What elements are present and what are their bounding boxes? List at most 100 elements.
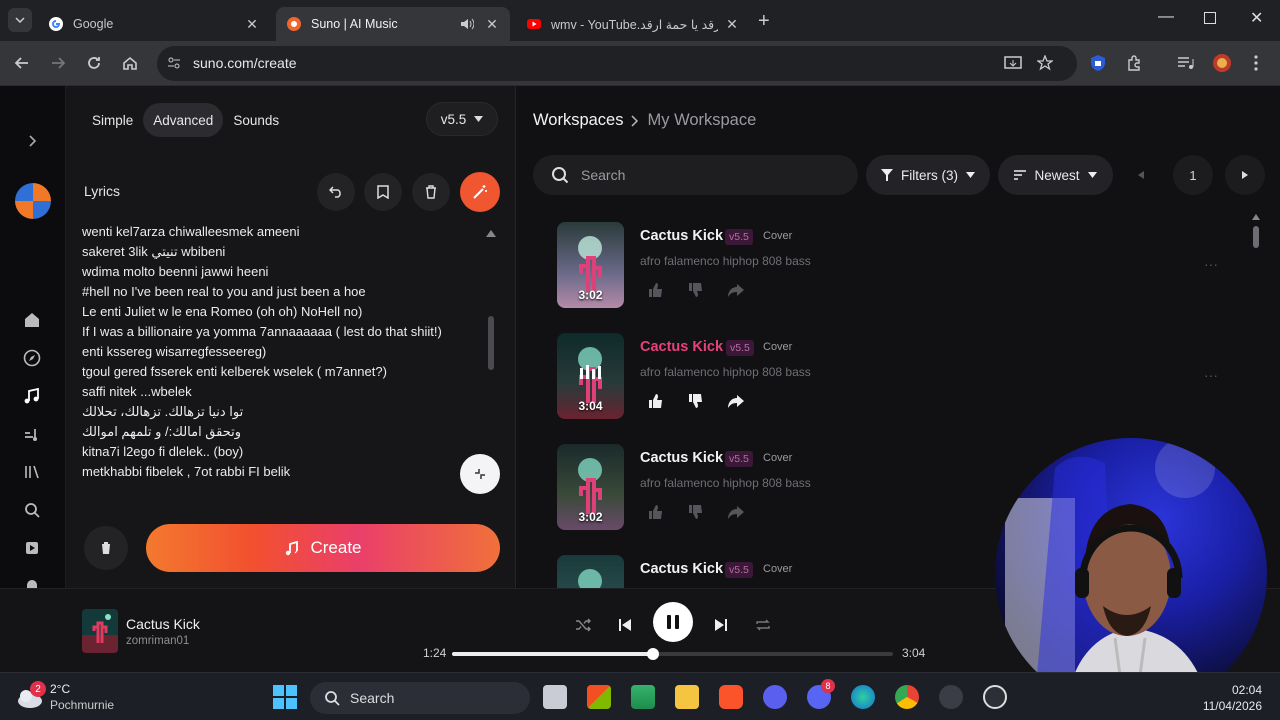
sort-select[interactable]: Newest — [998, 155, 1113, 195]
create-button[interactable]: Create — [146, 524, 500, 572]
media-control-button[interactable] — [1176, 53, 1196, 73]
next-button[interactable] — [709, 613, 733, 637]
thumbs-up-icon[interactable] — [647, 281, 665, 299]
extension-shield-button[interactable] — [1088, 53, 1108, 73]
workspace-search-input[interactable]: Search — [533, 155, 858, 195]
task-view-icon[interactable] — [543, 685, 567, 709]
repeat-button[interactable] — [751, 613, 775, 637]
media-player-icon[interactable] — [939, 685, 963, 709]
song-title[interactable]: Cactus Kick — [640, 561, 723, 577]
progress-handle[interactable] — [647, 648, 660, 660]
breadcrumb-workspaces[interactable]: Workspaces — [533, 111, 623, 130]
extensions-button[interactable] — [1124, 53, 1144, 73]
expand-lyrics-button[interactable] — [460, 454, 500, 494]
tab-simple[interactable]: Simple — [82, 103, 143, 137]
expand-chevron-icon[interactable] — [23, 132, 41, 150]
share-icon[interactable] — [727, 281, 745, 299]
save-lyrics-button[interactable] — [364, 173, 402, 211]
song-list-scrollbar[interactable] — [1253, 226, 1259, 248]
speaker-icon[interactable] — [460, 18, 474, 30]
thumbs-down-icon[interactable] — [687, 281, 705, 299]
browser-menu-button[interactable] — [1246, 53, 1266, 73]
shuffle-button[interactable] — [571, 613, 595, 637]
close-tab-icon[interactable]: ✕ — [724, 16, 740, 32]
filters-button[interactable]: Filters (3) — [866, 155, 990, 195]
generate-lyrics-button[interactable] — [460, 172, 500, 212]
next-page-button[interactable] — [1225, 155, 1265, 195]
site-info-icon[interactable] — [167, 56, 181, 70]
explore-compass-icon[interactable] — [23, 349, 41, 367]
tab-youtube[interactable]: wmv - YouTube.ارقد يا حمة ارقد ✕ — [516, 7, 750, 41]
start-button[interactable] — [273, 685, 297, 709]
messenger-app-icon[interactable] — [763, 685, 787, 709]
tab-sounds[interactable]: Sounds — [223, 103, 289, 137]
discord-icon[interactable]: 8 — [807, 679, 835, 709]
address-bar[interactable]: suno.com/create — [157, 46, 1077, 81]
thumbs-down-icon[interactable] — [687, 392, 705, 410]
song-row[interactable]: 3:02 Cactus Kick v5.5 Cover afro falamenco h… — [557, 222, 1157, 312]
back-button[interactable] — [12, 53, 32, 73]
song-title[interactable]: Cactus Kick — [640, 339, 723, 355]
song-title[interactable]: Cactus Kick — [640, 450, 723, 466]
video-icon[interactable] — [23, 539, 41, 557]
thumbs-up-icon[interactable] — [647, 503, 665, 521]
now-playing-artist[interactable]: zomriman01 — [126, 635, 189, 647]
song-cover[interactable]: 3:02 — [557, 444, 624, 530]
brave-browser-icon[interactable] — [719, 685, 743, 709]
pause-button[interactable] — [653, 602, 693, 642]
song-cover[interactable]: 3:04 — [557, 333, 624, 419]
song-more-options-icon[interactable]: ··· — [1204, 367, 1218, 383]
obs-studio-icon[interactable] — [983, 685, 1007, 709]
file-explorer-icon[interactable] — [675, 685, 699, 709]
model-version-select[interactable]: v5.5 — [426, 102, 498, 136]
search-icon[interactable] — [23, 501, 41, 519]
reload-button[interactable] — [84, 53, 104, 73]
song-row[interactable]: 3:04 Cactus Kick v5.5 Cover afro falamenco h… — [557, 333, 1157, 423]
tab-google[interactable]: Google ✕ — [38, 7, 270, 41]
song-title[interactable]: Cactus Kick — [640, 228, 723, 244]
progress-bar[interactable] — [452, 648, 893, 660]
install-app-icon[interactable] — [1004, 55, 1022, 71]
share-icon[interactable] — [727, 503, 745, 521]
user-avatar[interactable] — [15, 183, 51, 219]
bookmark-star-icon[interactable] — [1037, 55, 1053, 71]
close-tab-icon[interactable]: ✕ — [244, 16, 260, 32]
restore-button[interactable] — [1204, 12, 1216, 24]
profile-avatar[interactable] — [1212, 53, 1232, 73]
undo-button[interactable] — [317, 173, 355, 211]
store-icon[interactable] — [587, 685, 611, 709]
song-cover[interactable]: 3:02 — [557, 222, 624, 308]
library-icon[interactable] — [23, 463, 41, 481]
home-button[interactable] — [120, 53, 140, 73]
chrome-browser-icon[interactable] — [895, 685, 919, 709]
list-scroll-up-icon[interactable] — [1252, 214, 1260, 220]
prev-page-button[interactable] — [1121, 155, 1161, 195]
clear-lyrics-button[interactable] — [412, 173, 450, 211]
home-icon[interactable] — [23, 311, 41, 329]
share-icon[interactable] — [727, 392, 745, 410]
tab-suno[interactable]: Suno | AI Music ✕ — [276, 7, 510, 41]
now-playing-cover[interactable] — [82, 609, 118, 653]
scroll-up-icon[interactable] — [486, 230, 496, 237]
previous-button[interactable] — [613, 613, 637, 637]
breadcrumb-my-workspace[interactable]: My Workspace — [647, 111, 756, 130]
new-tab-button[interactable]: + — [758, 10, 770, 33]
system-clock[interactable]: 02:04 11/04/2026 — [1190, 682, 1262, 714]
minimize-button[interactable]: — — [1158, 8, 1174, 26]
forward-button[interactable] — [48, 53, 68, 73]
song-more-options-icon[interactable]: ··· — [1204, 256, 1218, 272]
lyrics-textarea[interactable]: wenti kel7arza chiwalleesmek ameeni saker… — [82, 222, 502, 494]
close-tab-icon[interactable]: ✕ — [484, 16, 500, 32]
tab-search-button[interactable] — [8, 8, 32, 32]
calculator-icon[interactable] — [631, 685, 655, 709]
thumbs-up-icon[interactable] — [647, 392, 665, 410]
clear-form-button[interactable] — [84, 526, 128, 570]
close-window-button[interactable]: ✕ — [1250, 8, 1263, 28]
tab-advanced[interactable]: Advanced — [143, 103, 224, 137]
create-music-icon[interactable] — [23, 387, 41, 405]
studio-icon[interactable] — [23, 425, 41, 443]
thumbs-down-icon[interactable] — [687, 503, 705, 521]
edge-browser-icon[interactable] — [851, 685, 875, 709]
taskbar-search[interactable]: Search — [310, 682, 530, 714]
lyrics-scrollbar[interactable] — [488, 316, 494, 370]
